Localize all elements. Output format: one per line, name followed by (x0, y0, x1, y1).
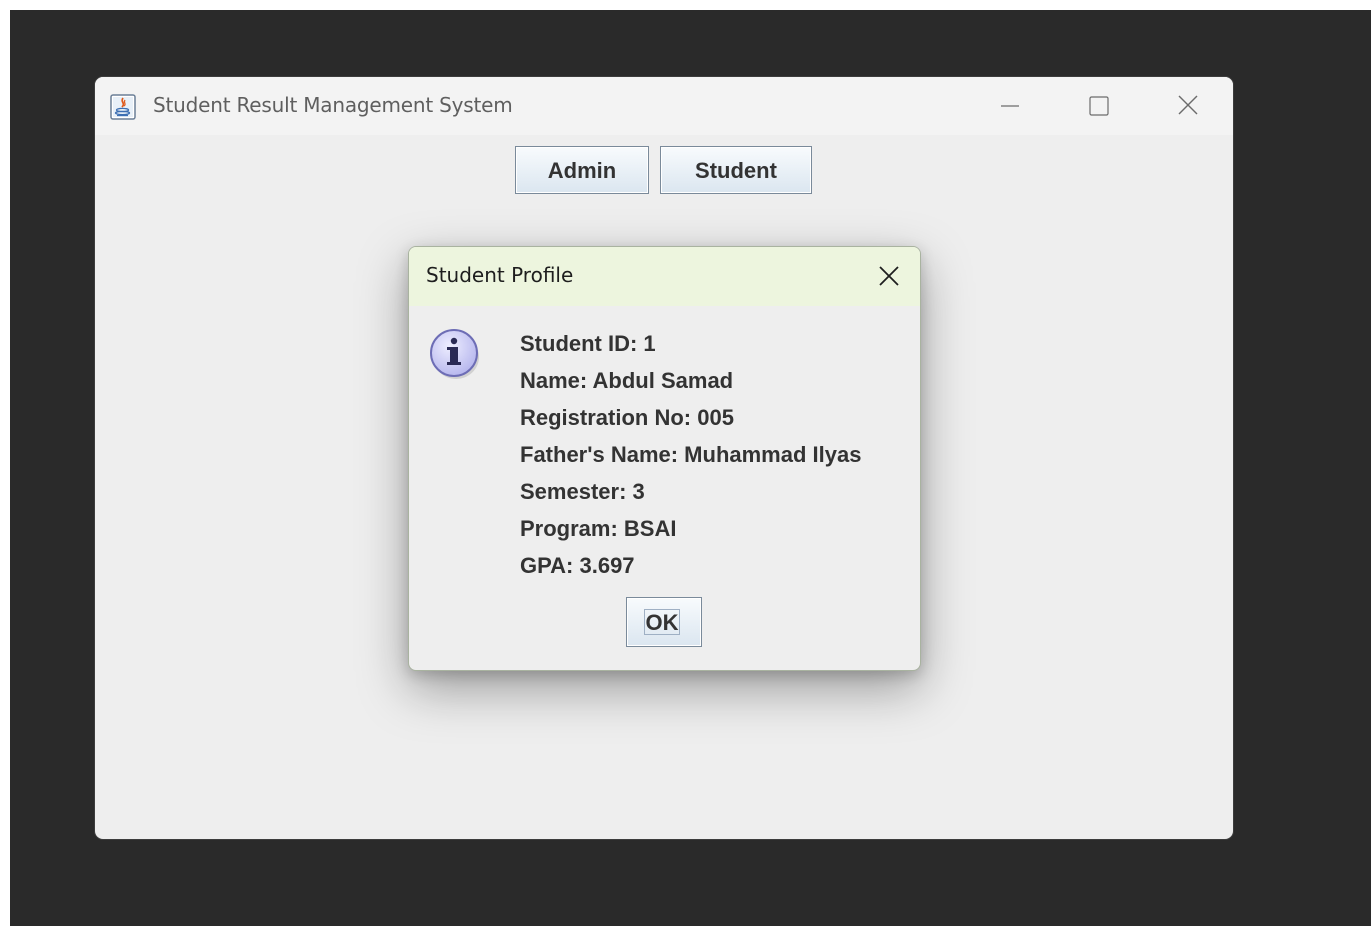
maximize-icon[interactable] (1075, 89, 1121, 123)
dialog-close-icon[interactable] (873, 261, 905, 293)
ok-button[interactable]: OK (626, 597, 702, 647)
registration-no-text: Registration No: 005 (520, 405, 734, 430)
close-icon[interactable] (1165, 89, 1211, 123)
profile-details: Student ID: 1 Name: Abdul Samad Registra… (520, 325, 861, 584)
minimize-icon[interactable] (987, 89, 1033, 123)
semester-text: Semester: 3 (520, 479, 645, 504)
student-id-text: Student ID: 1 (520, 331, 656, 356)
window-titlebar[interactable]: Student Result Management System (95, 77, 1233, 135)
info-icon (429, 327, 483, 381)
program-text: Program: BSAI (520, 516, 677, 541)
dialog-title: Student Profile (426, 263, 574, 287)
student-button[interactable]: Student (660, 146, 812, 194)
java-app-icon (110, 94, 136, 120)
admin-button[interactable]: Admin (515, 146, 649, 194)
dialog-titlebar[interactable]: Student Profile (409, 247, 920, 306)
ok-button-label: OK (644, 609, 680, 635)
fathers-name-text: Father's Name: Muhammad Ilyas (520, 442, 862, 467)
student-profile-dialog: Student Profile Student ID: 1 Name: Abdu… (408, 246, 921, 671)
gpa-text: GPA: 3.697 (520, 553, 635, 578)
name-text: Name: Abdul Samad (520, 368, 734, 393)
window-title: Student Result Management System (153, 93, 513, 117)
